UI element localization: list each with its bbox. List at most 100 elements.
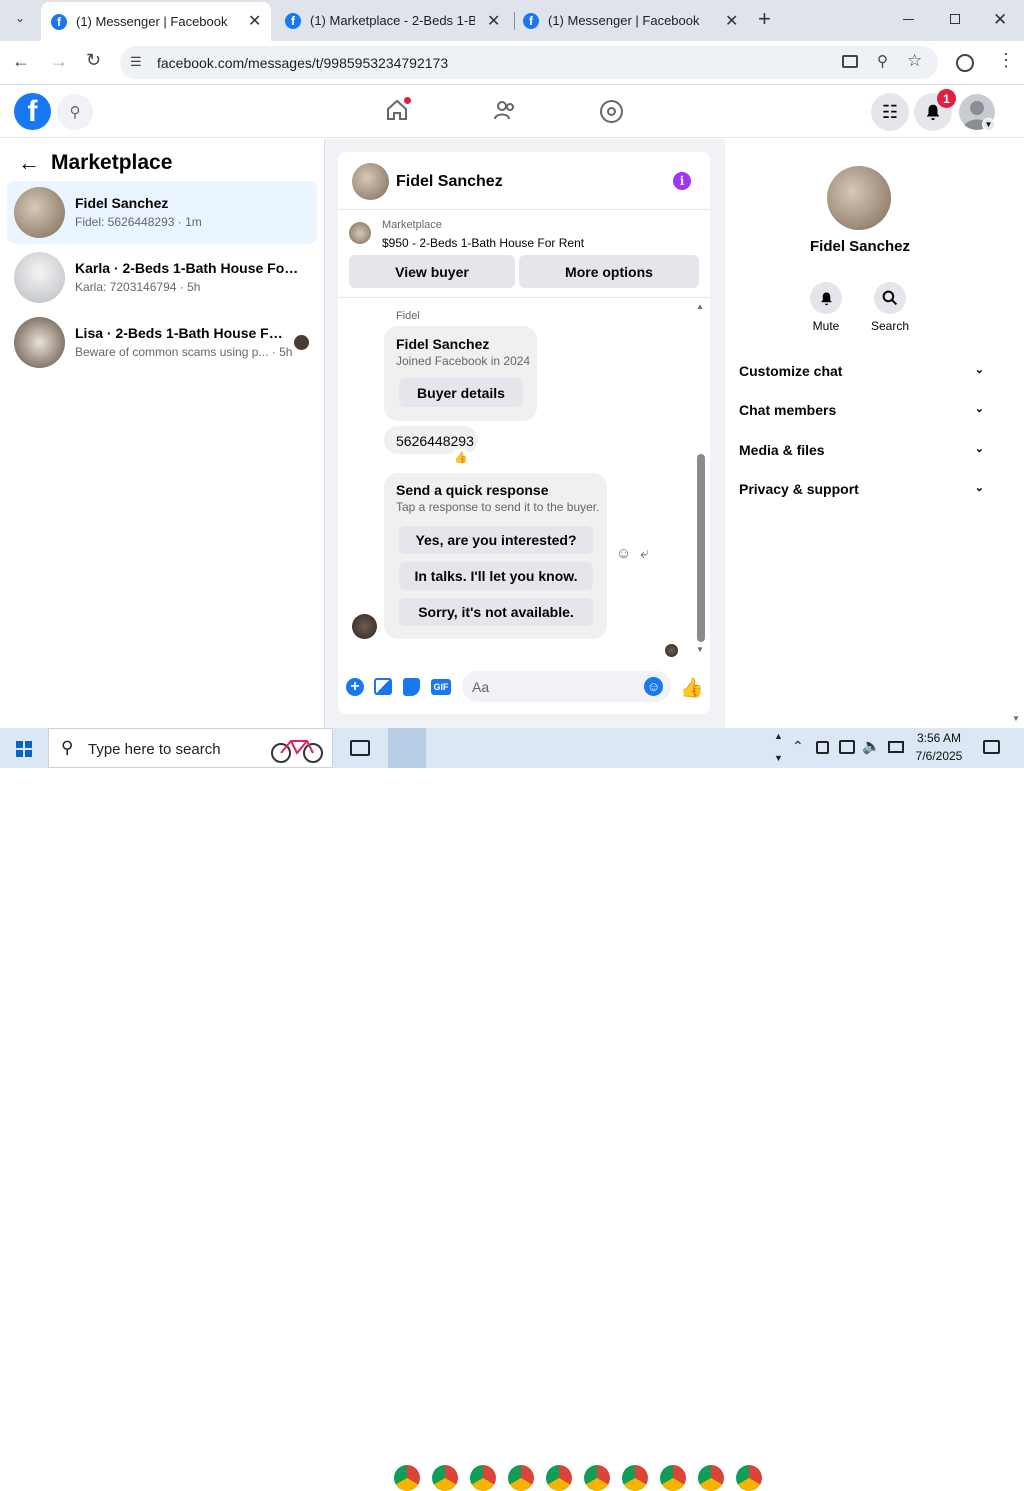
chrome-icon[interactable]	[660, 1465, 686, 1491]
quick-response-option[interactable]: Sorry, it's not available.	[399, 598, 593, 626]
friends-icon[interactable]	[493, 98, 517, 127]
facebook-header: f ⚲ ☷ 1 ▼	[0, 86, 1024, 138]
meet-now-icon[interactable]	[816, 741, 829, 754]
browser-menu-icon[interactable]: ⋮	[997, 50, 1015, 71]
media-files-section[interactable]: Media & files ⌄	[739, 442, 984, 458]
thumbs-up-send-icon[interactable]: 👍	[680, 676, 704, 700]
message-input[interactable]: Aa ☺	[462, 671, 671, 702]
volume-icon[interactable]: 🔈	[862, 737, 881, 755]
profile-card-name: Fidel Sanchez	[396, 336, 490, 352]
add-attachment-icon[interactable]: +	[346, 678, 364, 696]
start-windows-icon[interactable]	[16, 741, 32, 757]
account-chevron-icon[interactable]: ▼	[982, 118, 995, 131]
customize-chat-section[interactable]: Customize chat ⌄	[739, 363, 984, 379]
chrome-icon[interactable]	[432, 1465, 458, 1491]
preview-text: Beware of common scams using p...	[75, 345, 269, 359]
contact-name[interactable]: Fidel Sanchez	[396, 173, 503, 191]
react-emoji-icon[interactable]: ☺	[616, 545, 631, 562]
taskbar-search-box[interactable]: ⚲ Type here to search	[48, 728, 333, 768]
chrome-icon[interactable]	[736, 1465, 762, 1491]
gif-icon[interactable]: GIF	[431, 679, 451, 695]
reaction-thumbs-up[interactable]: 👍	[451, 449, 471, 465]
address-bar[interactable]: ☰ facebook.com/messages/t/99859532347921…	[120, 46, 938, 79]
minimize-window-icon[interactable]	[903, 19, 914, 20]
tab-title: (1) Messenger | Facebook	[76, 14, 228, 29]
quick-response-option[interactable]: In talks. I'll let you know.	[399, 562, 593, 590]
chrome-icon[interactable]	[470, 1465, 496, 1491]
taskbar-scroll-down-icon[interactable]: ▼	[774, 753, 783, 763]
scroll-up-arrow[interactable]: ▲	[696, 302, 704, 311]
chrome-icon[interactable]	[584, 1465, 610, 1491]
home-icon[interactable]	[385, 97, 411, 127]
new-tab-icon[interactable]: +	[758, 6, 771, 32]
conversation-preview: Fidel: 5626448293 · 1m	[75, 215, 202, 229]
page-scroll-down-arrow[interactable]: ▼	[1012, 714, 1020, 723]
photo-icon[interactable]	[374, 678, 392, 695]
tab-messenger[interactable]: f (1) Messenger | Facebook ✕	[523, 0, 745, 41]
bicycle-icon	[271, 740, 323, 763]
zoom-icon[interactable]: ⚲	[877, 52, 888, 70]
buyer-details-button[interactable]: Buyer details	[399, 378, 523, 407]
info-icon[interactable]: i	[673, 172, 691, 190]
scrollbar-thumb[interactable]	[697, 454, 705, 642]
reply-icon[interactable]: ⤶	[640, 545, 649, 563]
chrome-icon[interactable]	[508, 1465, 534, 1491]
view-buyer-button[interactable]: View buyer	[349, 255, 515, 288]
avatar	[14, 317, 65, 368]
chevron-down-icon: ⌄	[974, 443, 984, 455]
site-info-icon[interactable]: ☰	[130, 54, 142, 70]
bookmark-star-icon[interactable]: ☆	[907, 51, 922, 71]
conversation-item[interactable]: Lisa · 2-Beds 1-Bath House For R... Bewa…	[7, 311, 317, 374]
close-tab-icon[interactable]: ✕	[248, 11, 261, 31]
close-tab-icon[interactable]: ✕	[725, 11, 738, 31]
quick-response-option[interactable]: Yes, are you interested?	[399, 526, 593, 554]
reload-icon[interactable]: ↻	[86, 50, 101, 71]
section-label: Customize chat	[739, 363, 843, 379]
restore-window-icon[interactable]	[950, 14, 960, 24]
chat-panel: Fidel Sanchez i Marketplace $950 - 2-Bed…	[338, 152, 710, 714]
conversation-item[interactable]: Fidel Sanchez Fidel: 5626448293 · 1m	[7, 181, 317, 244]
sticker-icon[interactable]	[403, 678, 420, 696]
clock-date[interactable]: 7/6/2025	[912, 749, 966, 763]
chrome-icon[interactable]	[622, 1465, 648, 1491]
scroll-down-arrow[interactable]: ▼	[696, 645, 704, 654]
tab-search-icon[interactable]: ⌄	[8, 11, 32, 31]
close-tab-icon[interactable]: ✕	[487, 11, 500, 31]
chat-members-section[interactable]: Chat members ⌄	[739, 402, 984, 418]
menu-grid-icon[interactable]: ☷	[871, 93, 909, 131]
sender-label: Fidel	[396, 310, 420, 322]
chrome-icon[interactable]	[698, 1465, 724, 1491]
conversation-item[interactable]: Karla · 2-Beds 1-Bath House For Re... Ka…	[7, 246, 317, 309]
task-view-icon[interactable]	[350, 740, 370, 756]
contact-avatar[interactable]	[352, 163, 389, 200]
facebook-logo[interactable]: f	[14, 93, 51, 130]
listing-title[interactable]: $950 - 2-Beds 1-Bath House For Rent	[382, 236, 584, 250]
groups-icon[interactable]	[600, 100, 623, 123]
tab-marketplace[interactable]: f (1) Marketplace - 2-Beds 1-Bath ✕	[285, 0, 505, 41]
mute-button[interactable]	[810, 282, 842, 314]
forward-icon[interactable]: →	[50, 51, 68, 72]
listing-thumbnail[interactable]	[349, 222, 371, 244]
more-options-button[interactable]: More options	[519, 255, 699, 288]
chrome-icon[interactable]	[546, 1465, 572, 1491]
details-avatar[interactable]	[827, 166, 891, 230]
notification-center-icon[interactable]	[983, 740, 1000, 754]
install-app-icon[interactable]	[842, 55, 858, 68]
back-arrow-icon[interactable]: ←	[18, 150, 40, 176]
clock-time[interactable]: 3:56 AM	[914, 731, 964, 745]
privacy-support-section[interactable]: Privacy & support ⌄	[739, 481, 984, 497]
chrome-icon[interactable]	[394, 1465, 420, 1491]
tab-messenger-active[interactable]: f (1) Messenger | Facebook ✕	[41, 2, 271, 41]
search-button[interactable]	[874, 282, 906, 314]
back-icon[interactable]: ←	[12, 51, 30, 72]
show-hidden-icons-icon[interactable]: ⌃	[792, 738, 804, 755]
network-icon[interactable]	[839, 740, 855, 754]
profile-icon[interactable]	[956, 54, 974, 72]
search-icon[interactable]: ⚲	[57, 94, 93, 130]
facebook-favicon-icon: f	[285, 12, 301, 29]
close-window-icon[interactable]: ✕	[993, 10, 1007, 30]
emoji-icon[interactable]: ☺	[644, 677, 663, 696]
display-icon[interactable]	[888, 741, 904, 753]
taskbar-scroll-up-icon[interactable]: ▲	[774, 731, 783, 741]
browser-tab-bar: ⌄ f (1) Messenger | Facebook ✕ f (1) Mar…	[0, 0, 1024, 41]
